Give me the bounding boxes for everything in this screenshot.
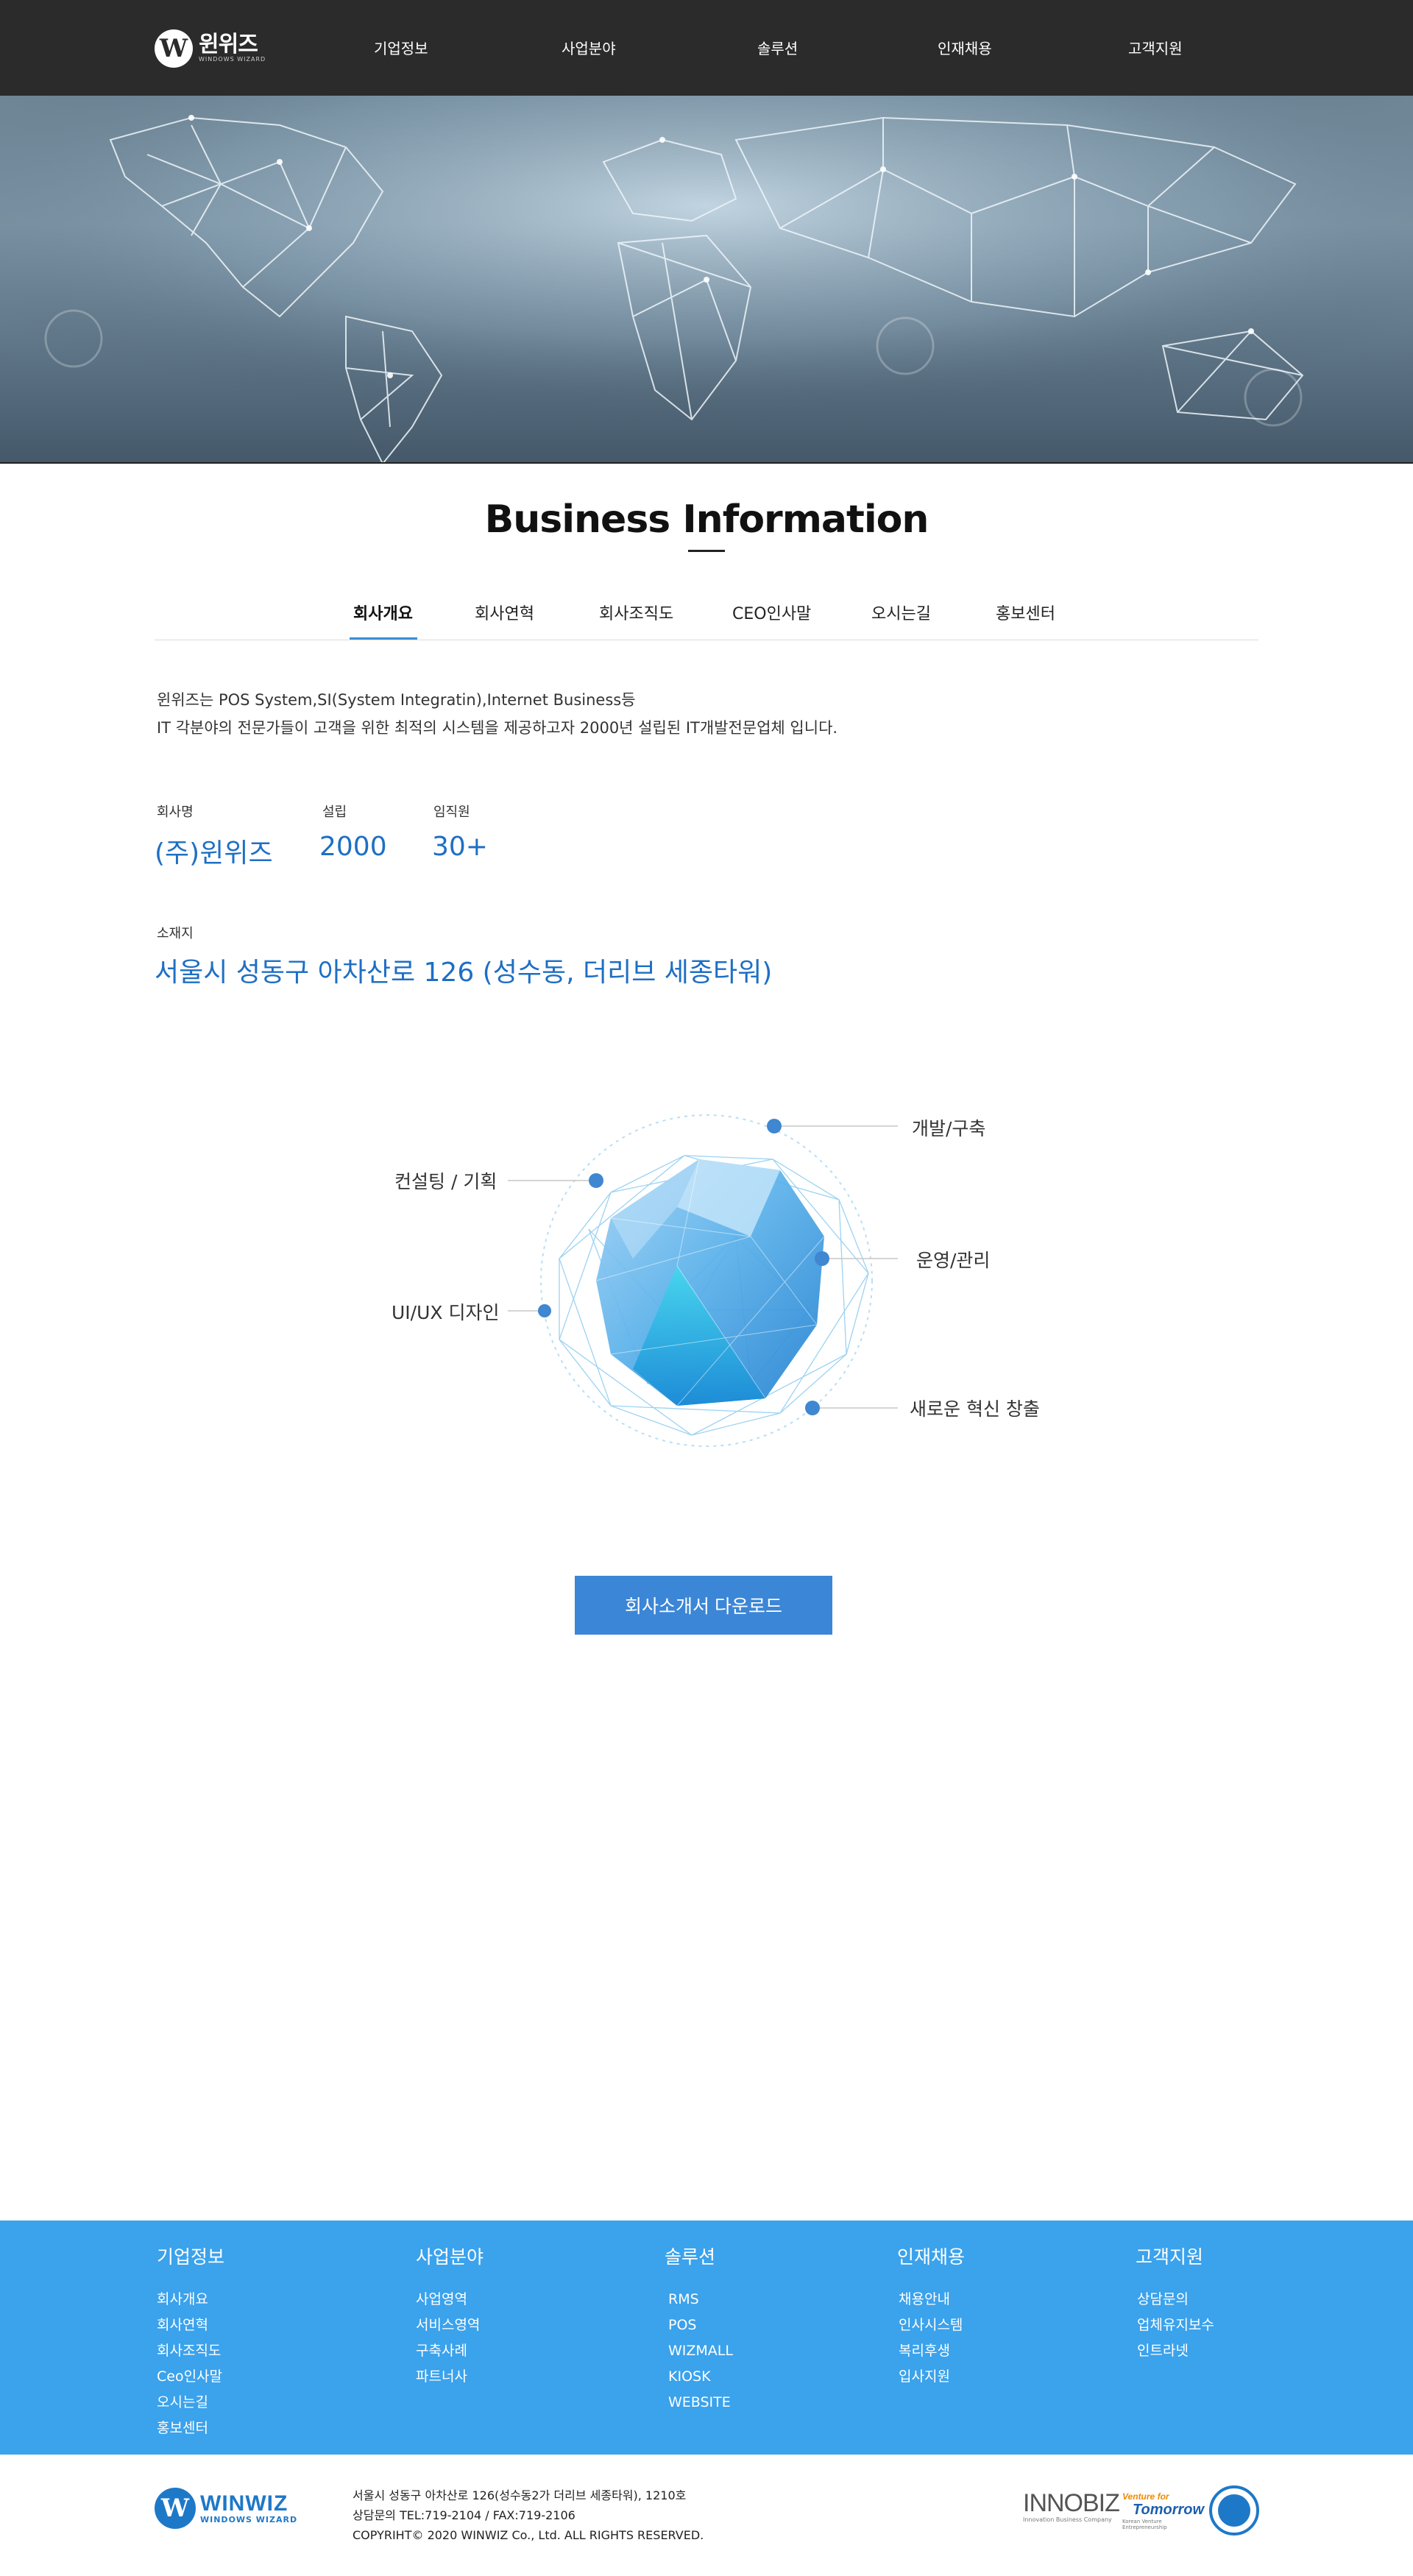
footer-link[interactable]: 인트라넷 — [1137, 2338, 1214, 2364]
footer-logo-w-icon: W — [155, 2488, 196, 2529]
footer-link[interactable]: 업체유지보수 — [1137, 2313, 1214, 2338]
employees-label: 임직원 — [433, 804, 470, 820]
footer-head: 인재채용 — [897, 2246, 966, 2268]
footer-address: 서울시 성동구 아차산로 126(성수동2가 더리브 세종타워), 1210호 — [353, 2488, 687, 2502]
footer-link[interactable]: WEBSITE — [668, 2390, 733, 2416]
footer-head: 솔루션 — [665, 2246, 716, 2268]
footer-link[interactable]: 회사조직도 — [157, 2338, 224, 2364]
site-header: W 윈위즈 WINDOWS WIZARD 기업정보 사업분야 솔루션 인재채용 … — [0, 0, 1413, 96]
diagram-label-innovation: 새로운 혁신 창출 — [910, 1398, 1040, 1420]
footer-head: 고객지원 — [1136, 2246, 1204, 2268]
tab-ceo-greeting[interactable]: CEO인사말 — [732, 601, 811, 624]
company-name-label: 회사명 — [157, 804, 194, 820]
footer-link[interactable]: Ceo인사말 — [157, 2364, 224, 2390]
footer-link[interactable]: 홍보센터 — [157, 2416, 224, 2441]
footer-link[interactable]: 인사시스템 — [899, 2313, 965, 2338]
nav-business[interactable]: 사업분야 — [562, 37, 616, 58]
location-label: 소재지 — [157, 926, 194, 941]
diagram-label-consulting: 컨설팅 / 기획 — [394, 1171, 497, 1192]
world-map-network-image — [0, 96, 1413, 464]
logo-subtext: WINDOWS WIZARD — [199, 56, 266, 63]
tab-organization[interactable]: 회사조직도 — [599, 601, 673, 624]
download-brochure-button[interactable]: 회사소개서 다운로드 — [575, 1576, 832, 1635]
diagram-label-operation: 운영/관리 — [916, 1250, 991, 1271]
footer-link[interactable]: POS — [668, 2313, 733, 2338]
innobiz-subtext: Innovation Business Company — [1023, 2516, 1112, 2523]
footer-copyright: COPYRIHT© 2020 WINWIZ Co., Ltd. ALL RIGH… — [353, 2528, 704, 2542]
page-title: Business Information — [484, 498, 929, 542]
footer-col-business: 사업분야 사업영역 서비스영역 구축사례 파트너사 — [416, 2243, 484, 2390]
footer-link[interactable]: RMS — [668, 2287, 733, 2313]
intro-line-2: IT 각분야의 전문가들이 고객을 위한 최적의 시스템을 제공하고자 2000… — [157, 719, 838, 737]
diagram-label-development: 개발/구축 — [912, 1118, 986, 1139]
employees-value: 30+ — [432, 832, 488, 862]
footer-logo[interactable]: W WINWIZ WINDOWS WIZARD — [155, 2488, 297, 2529]
footer-col-company: 기업정보 회사개요 회사연혁 회사조직도 Ceo인사말 오시는길 홍보센터 — [157, 2243, 224, 2441]
footer-logo-text: WINWIZ — [200, 2491, 288, 2516]
title-underline — [688, 550, 725, 552]
footer-link[interactable]: 사업영역 — [416, 2287, 484, 2313]
company-intro: 윈위즈는 POS System,SI(System Integratin),In… — [157, 686, 837, 742]
footer-bottom: W WINWIZ WINDOWS WIZARD 서울시 성동구 아차산로 126… — [0, 2455, 1413, 2576]
diagram-label-uiux: UI/UX 디자인 — [392, 1302, 500, 1323]
venture-badge: Venture for Tomorrow Korean Venture Entr… — [1122, 2491, 1205, 2530]
venture-top-text: Venture for — [1122, 2491, 1169, 2502]
footer-logo-subtext: WINDOWS WIZARD — [200, 2514, 298, 2524]
footer-col-solution: 솔루션 RMS POS WIZMALL KIOSK WEBSITE — [665, 2243, 733, 2416]
nav-recruit[interactable]: 인재채용 — [938, 37, 992, 58]
footer-link[interactable]: KIOSK — [668, 2364, 733, 2390]
company-name-value: (주)윈위즈 — [155, 838, 273, 868]
tab-location[interactable]: 오시는길 — [871, 601, 931, 624]
sub-tabs: 회사개요 회사연혁 회사조직도 CEO인사말 오시는길 홍보센터 — [155, 589, 1258, 640]
footer-col-support: 고객지원 상담문의 업체유지보수 인트라넷 — [1136, 2243, 1214, 2364]
hero-divider — [0, 462, 1413, 464]
location-value: 서울시 성동구 아차산로 126 (성수동, 더리브 세종타워) — [155, 958, 773, 988]
intro-line-1: 윈위즈는 POS System,SI(System Integratin),In… — [157, 691, 636, 709]
innobiz-text: INNOBIZ — [1023, 2489, 1120, 2517]
footer-link[interactable]: 복리후생 — [899, 2338, 965, 2364]
logo-text: 윈위즈 — [199, 32, 258, 57]
tab-pr-center[interactable]: 홍보센터 — [996, 601, 1055, 624]
footer-sitemap: 기업정보 회사개요 회사연혁 회사조직도 Ceo인사말 오시는길 홍보센터 사업… — [0, 2221, 1413, 2455]
footer-link[interactable]: 서비스영역 — [416, 2313, 484, 2338]
nav-solution[interactable]: 솔루션 — [757, 37, 798, 58]
site-logo[interactable]: W 윈위즈 WINDOWS WIZARD — [155, 29, 266, 68]
footer-link[interactable]: 회사연혁 — [157, 2313, 224, 2338]
innobiz-badge: INNOBIZ Innovation Business Company — [1023, 2489, 1120, 2528]
nav-support[interactable]: 고객지원 — [1128, 37, 1183, 58]
certification-seal-icon — [1209, 2485, 1259, 2536]
business-area-diagram: 개발/구축 컨설팅 / 기획 운영/관리 UI/UX 디자인 새로운 혁신 창출 — [368, 1089, 1074, 1472]
footer-link[interactable]: WIZMALL — [668, 2338, 733, 2364]
founded-value: 2000 — [319, 832, 387, 862]
footer-link[interactable]: 회사개요 — [157, 2287, 224, 2313]
nav-company-info[interactable]: 기업정보 — [374, 37, 428, 58]
venture-subtext: Korean Venture Entrepreneurship — [1122, 2519, 1167, 2530]
footer-link[interactable]: 파트너사 — [416, 2364, 484, 2390]
tab-company-overview[interactable]: 회사개요 — [353, 601, 413, 624]
footer-company-info: 서울시 성동구 아차산로 126(성수동2가 더리브 세종타워), 1210호 … — [353, 2485, 704, 2545]
hero-banner — [0, 96, 1413, 464]
footer-link[interactable]: 구축사례 — [416, 2338, 484, 2364]
tab-history[interactable]: 회사연혁 — [475, 601, 534, 624]
footer-link[interactable]: 입사지원 — [899, 2364, 965, 2390]
footer-contact: 상담문의 TEL:719-2104 / FAX:719-2106 — [353, 2508, 576, 2522]
footer-link[interactable]: 오시는길 — [157, 2390, 224, 2416]
footer-link[interactable]: 상담문의 — [1137, 2287, 1214, 2313]
footer-head: 기업정보 — [157, 2246, 225, 2268]
logo-w-icon: W — [155, 29, 193, 68]
active-tab-indicator — [350, 637, 417, 640]
founded-label: 설립 — [322, 804, 347, 820]
venture-main-text: Tomorrow — [1133, 2502, 1205, 2518]
footer-col-recruit: 인재채용 채용안내 인사시스템 복리후생 입사지원 — [897, 2243, 965, 2390]
footer-head: 사업분야 — [416, 2246, 484, 2268]
footer-link[interactable]: 채용안내 — [899, 2287, 965, 2313]
